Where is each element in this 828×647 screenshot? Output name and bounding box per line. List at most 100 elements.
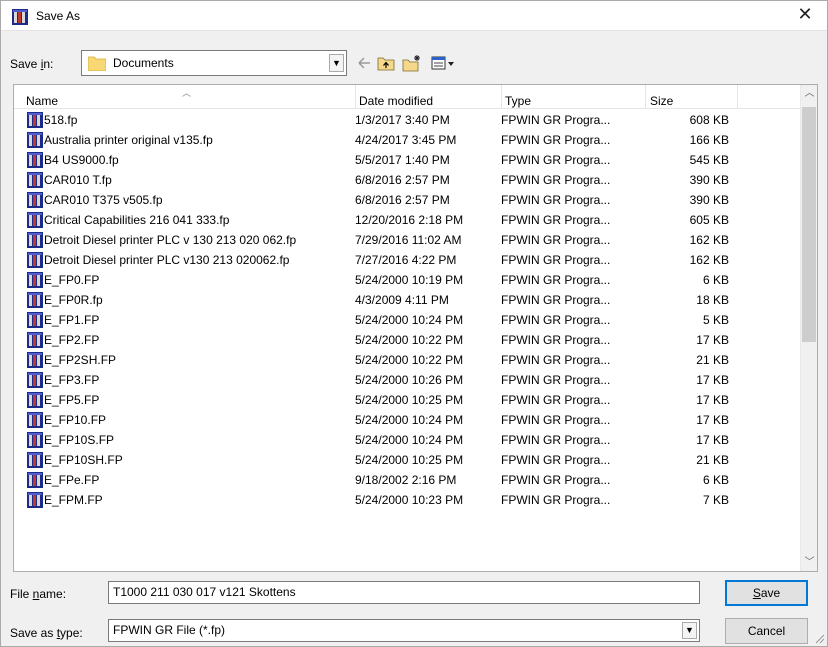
file-type: FPWIN GR Progra... — [501, 433, 611, 447]
file-name: 518.fp — [44, 113, 78, 127]
column-header-row: Name ︿ Date modified Type Size — [14, 85, 803, 109]
file-name: Critical Capabilities 216 041 333.fp — [44, 213, 230, 227]
column-header-date[interactable]: Date modified — [359, 85, 433, 109]
save-in-combobox[interactable]: Documents ▼ — [81, 50, 347, 76]
table-row[interactable]: E_FP0R.fp 4/3/2009 4:11 PM FPWIN GR Progra… — [14, 290, 803, 310]
table-row[interactable]: E_FP10SH.FP 5/24/2000 10:25 PM FPWIN GR Pr… — [14, 450, 803, 470]
file-size: 18 KB — [696, 293, 729, 307]
table-row[interactable]: B4 US9000.fp 5/5/2017 1:40 PM FPWIN GR Pro… — [14, 150, 803, 170]
table-row[interactable]: E_FP10.FP 5/24/2000 10:24 PM FPWIN GR Prog… — [14, 410, 803, 430]
table-row[interactable]: CAR010 T.fp 6/8/2016 2:57 PM FPWIN GR Prog… — [14, 170, 803, 190]
file-date: 7/27/2016 4:22 PM — [355, 253, 457, 267]
table-row[interactable]: E_FPM.FP 5/24/2000 10:23 PM FPWIN GR Progr… — [14, 490, 803, 510]
file-name-input[interactable]: T1000 211 030 017 v121 Skottens — [108, 581, 700, 604]
table-row[interactable]: Detroit Diesel printer PLC v130 213 0200… — [14, 250, 803, 270]
table-row[interactable]: E_FP5.FP 5/24/2000 10:25 PM FPWIN GR Progr… — [14, 390, 803, 410]
resize-grip-icon[interactable] — [815, 634, 825, 644]
file-name: B4 US9000.fp — [44, 153, 119, 167]
column-header-size[interactable]: Size — [650, 85, 673, 109]
file-type: FPWIN GR Progra... — [501, 413, 611, 427]
table-row[interactable]: Critical Capabilities 216 041 333.fp 12/2… — [14, 210, 803, 230]
file-date: 5/24/2000 10:22 PM — [355, 333, 464, 347]
table-row[interactable]: E_FP3.FP 5/24/2000 10:26 PM FPWIN GR Progr… — [14, 370, 803, 390]
fp-file-icon — [27, 272, 43, 288]
file-list[interactable]: Name ︿ Date modified Type Size 518.fp 1/3… — [13, 84, 818, 572]
file-type: FPWIN GR Progra... — [501, 373, 611, 387]
title-bar: Save As ✕ — [1, 1, 827, 31]
file-name: E_FP10.FP — [44, 413, 107, 427]
file-type: FPWIN GR Progra... — [501, 133, 611, 147]
back-arrow-icon[interactable] — [357, 54, 371, 72]
save-in-value: Documents — [113, 56, 174, 70]
close-button[interactable]: ✕ — [783, 1, 827, 31]
chevron-down-icon[interactable]: ▼ — [329, 54, 344, 72]
fpwin-app-icon — [12, 9, 28, 25]
column-divider[interactable] — [737, 85, 738, 109]
cancel-button[interactable]: Cancel — [725, 618, 808, 644]
fp-file-icon — [27, 152, 43, 168]
file-date: 5/24/2000 10:23 PM — [355, 493, 464, 507]
save-button[interactable]: Save — [725, 580, 808, 606]
fp-file-icon — [27, 132, 43, 148]
table-row[interactable]: E_FP2SH.FP 5/24/2000 10:22 PM FPWIN GR Pro… — [14, 350, 803, 370]
file-size: 390 KB — [689, 193, 729, 207]
file-date: 12/20/2016 2:18 PM — [355, 213, 464, 227]
column-divider[interactable] — [355, 85, 356, 109]
file-name: CAR010 T375 v505.fp — [44, 193, 163, 207]
save-as-type-combobox[interactable]: FPWIN GR File (*.fp) ▼ — [108, 619, 700, 642]
new-folder-icon[interactable] — [402, 54, 422, 72]
table-row[interactable]: E_FPe.FP 9/18/2002 2:16 PM FPWIN GR Progra… — [14, 470, 803, 490]
file-date: 5/24/2000 10:22 PM — [355, 353, 464, 367]
column-header-type[interactable]: Type — [505, 85, 531, 109]
scroll-down-icon[interactable]: ﹀ — [801, 554, 817, 571]
file-date: 4/3/2009 4:11 PM — [355, 293, 449, 307]
fp-file-icon — [27, 112, 43, 128]
table-row[interactable]: E_FP1.FP 5/24/2000 10:24 PM FPWIN GR Progr… — [14, 310, 803, 330]
file-name: E_FP0R.fp — [44, 293, 103, 307]
file-date: 5/24/2000 10:24 PM — [355, 433, 464, 447]
table-row[interactable]: E_FP0.FP 5/24/2000 10:19 PM FPWIN GR Progr… — [14, 270, 803, 290]
file-date: 5/24/2000 10:26 PM — [355, 373, 464, 387]
file-date: 4/24/2017 3:45 PM — [355, 133, 457, 147]
vertical-scrollbar[interactable]: ︿ ﹀ — [800, 85, 817, 571]
file-name: Detroit Diesel printer PLC v 130 213 020… — [44, 233, 297, 247]
fp-file-icon — [27, 412, 43, 428]
file-date: 1/3/2017 3:40 PM — [355, 113, 450, 127]
fp-file-icon — [27, 472, 43, 488]
save-in-label: Save in: — [10, 57, 54, 71]
file-size: 17 KB — [696, 333, 729, 347]
file-type: FPWIN GR Progra... — [501, 213, 611, 227]
file-type: FPWIN GR Progra... — [501, 273, 611, 287]
file-size: 17 KB — [696, 373, 729, 387]
file-date: 5/24/2000 10:19 PM — [355, 273, 464, 287]
file-name: E_FPM.FP — [44, 493, 103, 507]
fp-file-icon — [27, 492, 43, 508]
table-row[interactable]: E_FP10S.FP 5/24/2000 10:24 PM FPWIN GR Pro… — [14, 430, 803, 450]
column-divider[interactable] — [501, 85, 502, 109]
fp-file-icon — [27, 212, 43, 228]
file-name: E_FP3.FP — [44, 373, 100, 387]
scrollbar-thumb[interactable] — [802, 107, 816, 342]
file-type: FPWIN GR Progra... — [501, 333, 611, 347]
table-row[interactable]: Detroit Diesel printer PLC v 130 213 020… — [14, 230, 803, 250]
fp-file-icon — [27, 372, 43, 388]
file-size: 21 KB — [696, 453, 729, 467]
table-row[interactable]: Australia printer original v135.fp 4/24/2… — [14, 130, 803, 150]
table-row[interactable]: 518.fp 1/3/2017 3:40 PM FPWIN GR Progra...… — [14, 110, 803, 130]
fp-file-icon — [27, 292, 43, 308]
chevron-down-icon[interactable]: ▼ — [682, 622, 697, 639]
up-folder-icon[interactable] — [377, 54, 395, 72]
column-divider[interactable] — [645, 85, 646, 109]
view-menu-icon[interactable] — [431, 54, 455, 72]
save-as-type-label: Save as type: — [10, 626, 83, 640]
file-size: 7 KB — [702, 493, 729, 507]
table-row[interactable]: CAR010 T375 v505.fp 6/8/2016 2:57 PM FPWIN… — [14, 190, 803, 210]
column-header-name[interactable]: Name — [26, 85, 58, 109]
file-type: FPWIN GR Progra... — [501, 253, 611, 267]
file-name: E_FPe.FP — [44, 473, 100, 487]
file-date: 5/24/2000 10:24 PM — [355, 413, 464, 427]
table-row[interactable]: E_FP2.FP 5/24/2000 10:22 PM FPWIN GR Progr… — [14, 330, 803, 350]
fp-file-icon — [27, 352, 43, 368]
scroll-up-icon[interactable]: ︿ — [801, 85, 817, 102]
file-name: E_FP10S.FP — [44, 433, 115, 447]
